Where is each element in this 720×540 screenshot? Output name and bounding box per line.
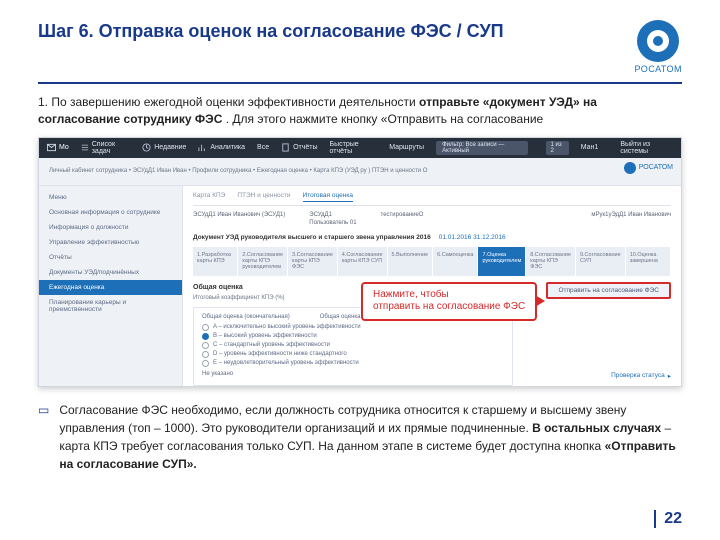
chevron-right-icon: ▸	[668, 372, 671, 380]
tab-all[interactable]: Все	[257, 144, 269, 151]
rosatom-icon-small	[624, 162, 636, 174]
app-screenshot: Мо Список задач Недавние Аналитика Все О…	[38, 137, 682, 387]
step-10[interactable]: 10.Оценка завершена	[626, 247, 671, 276]
step-1[interactable]: 1.Разработка карты КПЭ	[193, 247, 238, 276]
tab-analytics[interactable]: Аналитика	[198, 143, 245, 152]
tab-tasks[interactable]: Список задач	[81, 141, 130, 155]
doctab-kpi[interactable]: Карта КПЭ	[193, 192, 225, 202]
tab-fast-label: Быстрые отчёты	[330, 141, 378, 155]
eval-opt-d[interactable]: D – уровень эффективности ниже стандартн…	[202, 351, 504, 358]
chart-icon	[198, 143, 207, 152]
intro-tail: . Для этого нажмите кнопку «Отправить на…	[226, 112, 544, 126]
callout-tooltip: Нажмите, чтобы отправить на согласование…	[361, 282, 537, 321]
brand-name: РОСАТОМ	[635, 64, 683, 74]
tab-manual[interactable]: Ман1	[581, 144, 599, 151]
radio-icon	[202, 324, 209, 331]
footnote: ▭ Согласование ФЭС необходимо, если долж…	[38, 401, 682, 473]
step-6[interactable]: 6.Самооценка	[433, 247, 478, 276]
sidebar: Меню Основная информация о сотруднике Ин…	[39, 186, 183, 387]
doc-title-text: Документ УЭД руководителя высшего и стар…	[193, 234, 431, 241]
doctab-final[interactable]: Итоговая оценка	[303, 192, 353, 202]
sidebar-item-reports[interactable]: Отчёты	[39, 250, 182, 265]
tab-recent[interactable]: Недавние	[142, 143, 186, 152]
title-rule	[38, 82, 682, 84]
tab-tasks-label: Список задач	[92, 141, 131, 155]
slide: Шаг 6. Отправка оценок на согласование Ф…	[0, 0, 720, 540]
app-brand-text: РОСАТОМ	[639, 164, 673, 171]
slide-title: Шаг 6. Отправка оценок на согласование Ф…	[38, 20, 504, 43]
sidebar-item-basic[interactable]: Основная информация о сотруднике	[39, 205, 182, 220]
intro-text: 1. По завершению ежегодной оценки эффект…	[38, 94, 682, 129]
brand-logo: РОСАТОМ	[635, 20, 683, 74]
app-topbar: Мо Список задач Недавние Аналитика Все О…	[39, 138, 681, 158]
page-number: 22	[654, 510, 682, 528]
sidebar-item-menu[interactable]: Меню	[39, 190, 182, 205]
person-cols: ЭСУдД1 Иван Иванович (ЭСУД1) ЭСУдД1Польз…	[193, 212, 671, 226]
tab-routes[interactable]: Маршруты	[389, 144, 424, 151]
step-8[interactable]: 8.Согласование карты КПЭ ФЭС	[526, 247, 576, 276]
intro-prefix: 1. По завершению ежегодной оценки эффект…	[38, 95, 419, 109]
person-col-4: мРук1уЭдД1 Иван Иванович	[591, 212, 671, 226]
eval-opt-a[interactable]: A – исключительно высокий уровень эффект…	[202, 324, 504, 331]
eval-opt-e[interactable]: E – неудовлетворительный уровень эффекти…	[202, 360, 504, 367]
tab-all-label: Все	[257, 144, 269, 151]
step-2[interactable]: 2.Согласование карты КПЭ руководителем	[238, 247, 288, 276]
doctab-pten[interactable]: ПТЭН и ценности	[237, 192, 290, 202]
pager[interactable]: 1 из 2	[546, 141, 568, 155]
doc-icon	[281, 143, 290, 152]
radio-icon	[202, 333, 209, 340]
step-3[interactable]: 3.Согласование карты КПЭ ФЭС	[288, 247, 338, 276]
envelope-icon	[47, 143, 56, 152]
doc-dates: 01.01.2016 31.12.2016	[439, 234, 506, 241]
app-body: Меню Основная информация о сотруднике Ин…	[39, 186, 681, 387]
tab-fastreports[interactable]: Быстрые отчёты	[330, 141, 378, 155]
person-col-2: ЭСУдД1Пользователь 01	[309, 212, 356, 226]
eval-opt-b[interactable]: B – высокий уровень эффективности	[202, 333, 504, 340]
step-9[interactable]: 9.Согласование СУП	[576, 247, 626, 276]
radio-icon	[202, 351, 209, 358]
sidebar-item-annual[interactable]: Ежегодная оценка	[39, 280, 182, 295]
eval-na: Не указано	[202, 371, 504, 377]
doc-title: Документ УЭД руководителя высшего и стар…	[193, 234, 671, 241]
footnote-text: Согласование ФЭС необходимо, если должно…	[59, 401, 682, 473]
logout-link[interactable]: Выйти из системы	[620, 141, 673, 155]
step-7[interactable]: 7.Оценка руководителем	[478, 247, 526, 276]
doc-tabs: Карта КПЭ ПТЭН и ценности Итоговая оценк…	[193, 192, 671, 206]
sidebar-item-docs[interactable]: Документы УЭД/подчинённых	[39, 265, 182, 280]
send-to-fes-button[interactable]: Отправить на согласование ФЭС	[546, 282, 671, 299]
tab-reports-label: Отчёты	[293, 144, 317, 151]
list-icon	[81, 143, 89, 152]
person-col-1: ЭСУдД1 Иван Иванович (ЭСУД1)	[193, 212, 285, 226]
clock-icon	[142, 143, 151, 152]
radio-icon	[202, 342, 209, 349]
tab-routes-label: Маршруты	[389, 144, 424, 151]
step-5[interactable]: 5.Выполнение	[388, 247, 434, 276]
eval-opt-c[interactable]: C – стандартный уровень эффективности	[202, 342, 504, 349]
sidebar-item-career[interactable]: Планирование карьеры и преемственности	[39, 295, 182, 317]
tab-mail-label: Мо	[59, 144, 69, 151]
tab-analytics-label: Аналитика	[210, 144, 245, 151]
rosatom-icon	[637, 20, 679, 62]
filter-pill[interactable]: Фильтр: Все записи — Активный	[436, 141, 528, 155]
tab-reports[interactable]: Отчёты	[281, 143, 317, 152]
tab-recent-label: Недавние	[154, 144, 186, 151]
status-check-link[interactable]: Проверка статуса ▸	[611, 372, 671, 380]
main-panel: Карта КПЭ ПТЭН и ценности Итоговая оценк…	[183, 186, 681, 387]
eval-hdr-1: Общая оценка (окончательная)	[202, 314, 290, 320]
radio-icon	[202, 360, 209, 367]
sidebar-item-position[interactable]: Информация о должности	[39, 220, 182, 235]
step-stripe: 1.Разработка карты КПЭ 2.Согласование ка…	[193, 247, 671, 276]
person-col-3: тестированиеО	[381, 212, 424, 226]
app-brand: РОСАТОМ	[624, 162, 673, 174]
sidebar-item-perf[interactable]: Управление эффективностью	[39, 235, 182, 250]
step-4[interactable]: 4.Согласование карты КПЭ СУП	[338, 247, 388, 276]
status-check-label: Проверка статуса	[611, 372, 665, 379]
tab-mail[interactable]: Мо	[47, 143, 69, 152]
fn-bold1: В остальных случаях	[532, 421, 661, 435]
bullet-icon: ▭	[38, 401, 49, 473]
title-row: Шаг 6. Отправка оценок на согласование Ф…	[38, 20, 682, 74]
breadcrumb: Личный кабинет сотрудника • ЭСУдД1 Иван …	[39, 158, 681, 186]
